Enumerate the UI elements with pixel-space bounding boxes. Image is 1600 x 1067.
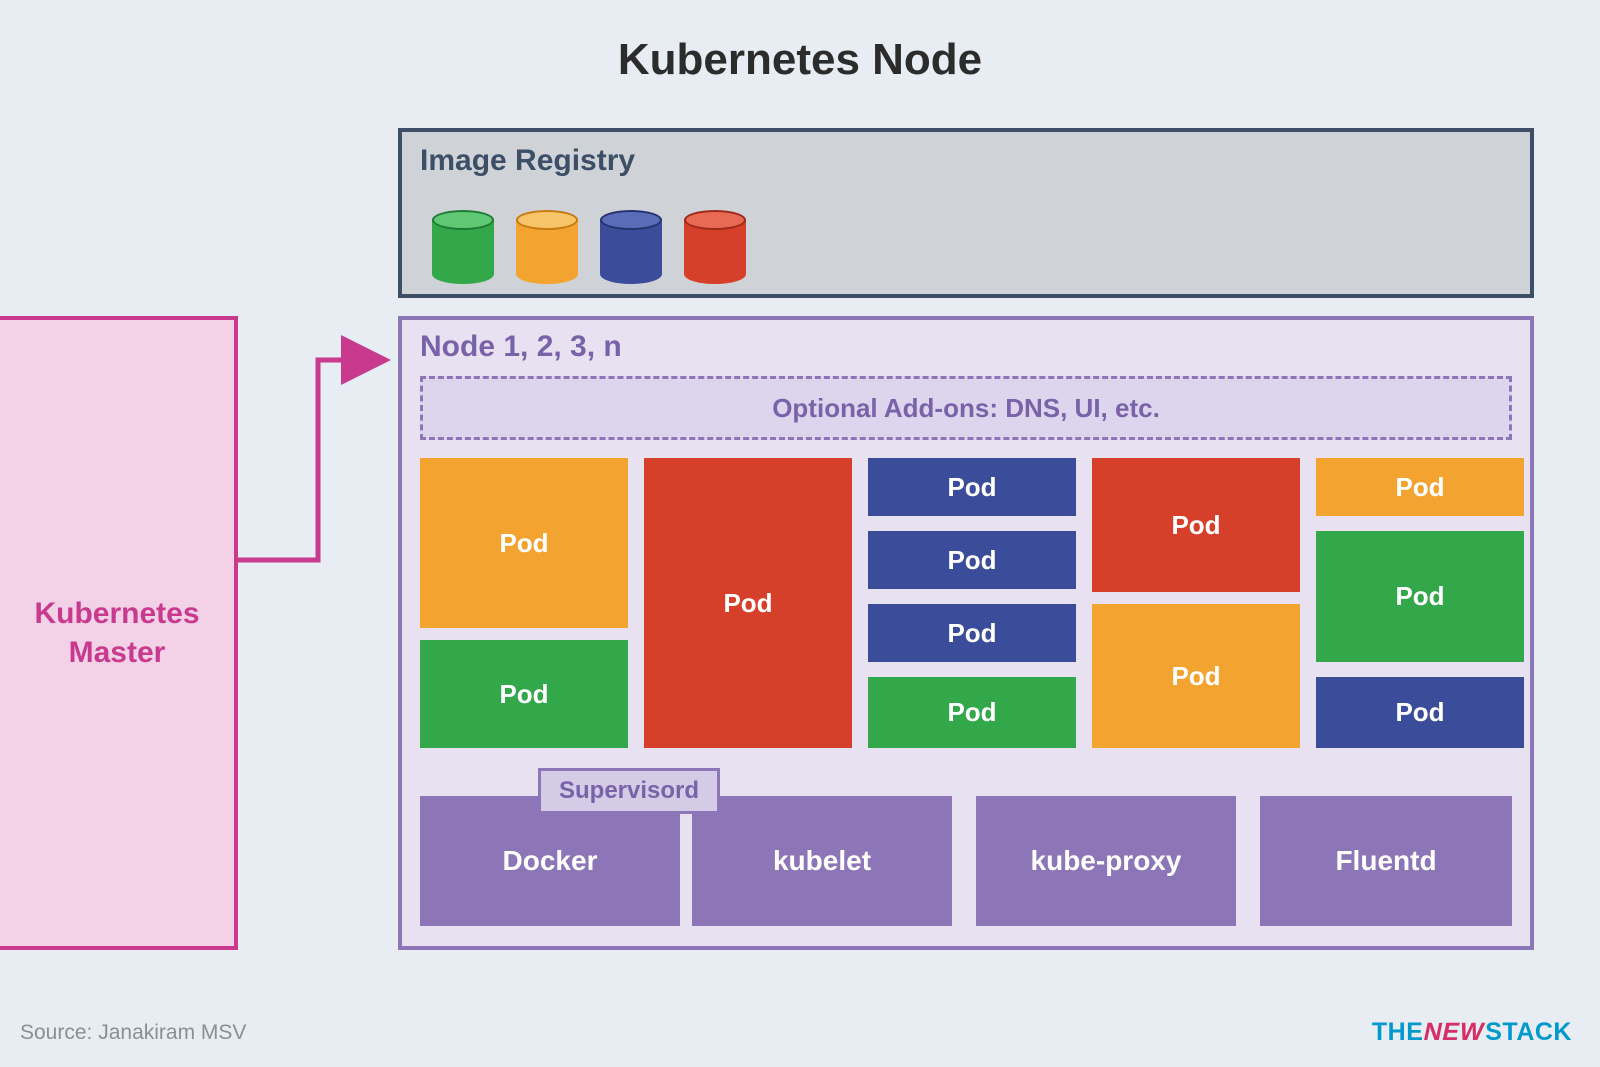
source-attribution: Source: Janakiram MSV: [20, 1021, 246, 1045]
pod-box: Pod: [1316, 677, 1524, 748]
image-registry-box: Image Registry: [398, 128, 1534, 298]
pod-box: Pod: [1316, 458, 1524, 516]
registry-image-icon: [684, 220, 746, 274]
service-kubelet: kubelet: [692, 796, 952, 926]
supervisord-label: Supervisord: [538, 768, 720, 814]
node-box: Node 1, 2, 3, n Optional Add-ons: DNS, U…: [398, 316, 1534, 950]
image-registry-title: Image Registry: [420, 144, 635, 178]
registry-image-icon: [432, 220, 494, 274]
node-title: Node 1, 2, 3, n: [420, 330, 622, 364]
pod-box: Pod: [1092, 604, 1300, 748]
kubernetes-master-label: Kubernetes Master: [34, 594, 199, 672]
pod-box: Pod: [868, 677, 1076, 748]
pod-box: Pod: [420, 640, 628, 748]
pod-box: Pod: [868, 531, 1076, 589]
pod-box: Pod: [420, 458, 628, 628]
logo-part2: NEW: [1421, 1018, 1487, 1047]
arrow-icon: [238, 320, 408, 580]
registry-image-icon: [600, 220, 662, 274]
kubernetes-master-box: Kubernetes Master: [0, 316, 238, 950]
addons-box: Optional Add-ons: DNS, UI, etc.: [420, 376, 1512, 440]
service-fluentd: Fluentd: [1260, 796, 1512, 926]
thenewstack-logo: THENEWSTACK: [1372, 1018, 1572, 1047]
pod-box: Pod: [1092, 458, 1300, 592]
pod-box: Pod: [868, 604, 1076, 662]
pod-box: Pod: [644, 458, 852, 748]
diagram-title: Kubernetes Node: [0, 35, 1600, 85]
registry-image-icon: [516, 220, 578, 274]
logo-part1: THE: [1372, 1018, 1424, 1046]
pod-box: Pod: [868, 458, 1076, 516]
service-docker: Docker: [420, 796, 680, 926]
logo-part3: STACK: [1485, 1018, 1572, 1046]
service-kube-proxy: kube-proxy: [976, 796, 1236, 926]
pod-box: Pod: [1316, 531, 1524, 662]
